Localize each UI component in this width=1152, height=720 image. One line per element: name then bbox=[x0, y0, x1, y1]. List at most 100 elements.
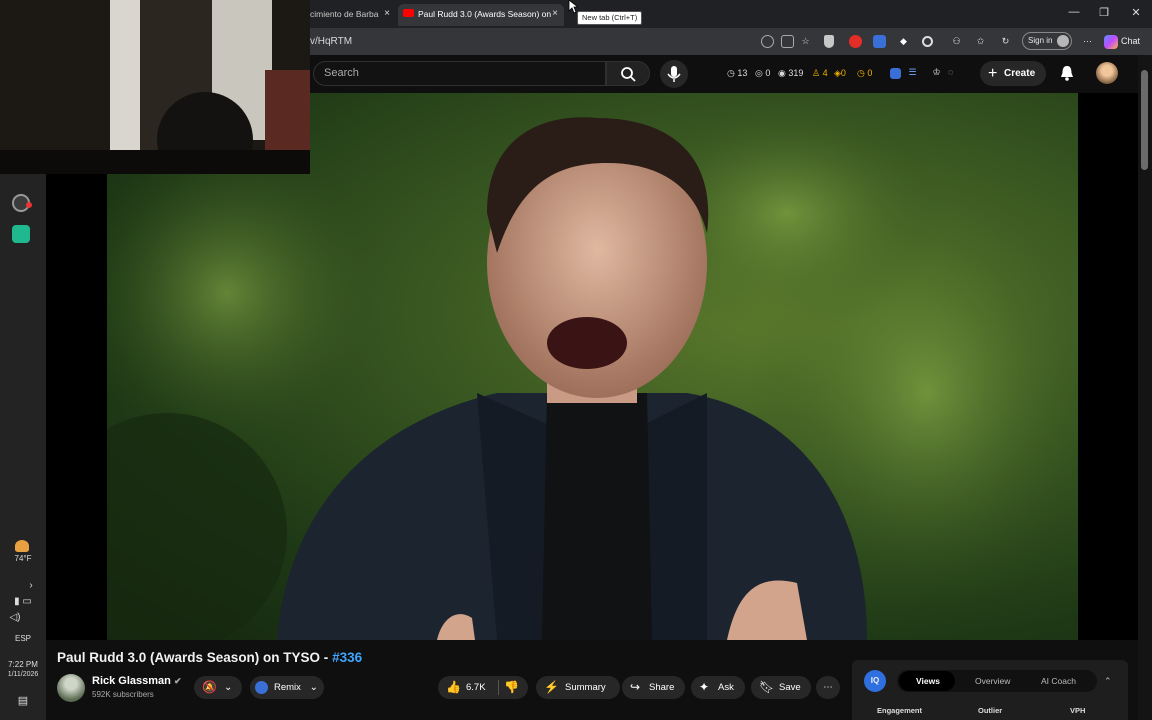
account-avatar[interactable] bbox=[1096, 62, 1118, 84]
mouse-cursor-icon bbox=[568, 0, 578, 14]
diamond-extension-icon[interactable]: ◆ bbox=[897, 35, 910, 48]
tab-title: Paul Rudd 3.0 (Awards Season) on bbox=[418, 9, 552, 19]
history-icon[interactable]: ↻ bbox=[999, 35, 1012, 48]
list-icon[interactable]: ☰ bbox=[906, 66, 919, 79]
subscribed-notifications-button[interactable]: 🔕 ⌄ bbox=[194, 676, 242, 699]
remix-label: Remix bbox=[274, 682, 301, 693]
more-options-icon[interactable]: ⋯ bbox=[1081, 35, 1094, 48]
voice-search-button[interactable] bbox=[660, 60, 688, 88]
channel-avatar[interactable] bbox=[57, 674, 85, 702]
webcam-overlay bbox=[0, 0, 310, 174]
tab-ai-coach[interactable]: AI Coach bbox=[1041, 676, 1076, 686]
close-window-button[interactable]: ✕ bbox=[1128, 6, 1144, 19]
browser-tab-active[interactable]: Paul Rudd 3.0 (Awards Season) on × bbox=[398, 4, 564, 26]
youtube-icon bbox=[403, 9, 414, 17]
channel-name[interactable]: Rick Glassman ✔ bbox=[92, 675, 181, 687]
favorites-icon[interactable]: ✩ bbox=[974, 35, 987, 48]
stat-value: 4 bbox=[822, 68, 828, 78]
medal-icon[interactable]: ♔ bbox=[930, 66, 943, 79]
like-button[interactable]: 👍 6.7K 👎 bbox=[438, 676, 528, 699]
stat-value: 0 bbox=[840, 68, 846, 78]
more-icon: ⋯ bbox=[823, 682, 833, 693]
timer-stat: ◷ 0 bbox=[857, 68, 873, 78]
subscriber-count: 592K subscribers bbox=[92, 690, 154, 699]
sparkle-bolt-icon: ⚡ bbox=[544, 680, 559, 694]
browser-tab-1[interactable]: cimiento de Barba × bbox=[304, 4, 396, 26]
bell-off-icon: 🔕 bbox=[202, 680, 217, 694]
thumbs-down-icon[interactable]: 👎 bbox=[504, 676, 519, 699]
chat-label: Chat bbox=[1121, 36, 1141, 46]
scrollbar-thumb[interactable] bbox=[1141, 70, 1148, 170]
stat-value: 319 bbox=[788, 68, 804, 78]
comment-icon[interactable]: ◌ bbox=[944, 66, 957, 79]
tab-overview[interactable]: Overview bbox=[975, 676, 1010, 686]
chevron-up-icon[interactable]: ⌃ bbox=[1104, 676, 1112, 687]
blue-extension-icon[interactable] bbox=[873, 35, 886, 48]
video-hashtag[interactable]: #336 bbox=[332, 650, 362, 665]
more-actions-button[interactable]: ⋯ bbox=[816, 676, 840, 699]
create-button[interactable]: + Create bbox=[980, 61, 1046, 86]
copilot-icon bbox=[1104, 34, 1118, 49]
sign-in-button[interactable]: Sign in bbox=[1022, 32, 1072, 50]
tubeiq-logo[interactable]: IQ bbox=[864, 670, 886, 692]
shield-extension-icon[interactable] bbox=[824, 35, 834, 48]
webcam-image bbox=[0, 0, 310, 174]
record-extension-icon[interactable] bbox=[849, 35, 862, 48]
divider bbox=[498, 680, 499, 695]
search-icon bbox=[621, 67, 636, 82]
create-label: Create bbox=[1004, 68, 1036, 79]
mic-tray-icon[interactable]: ▮ ▭ bbox=[0, 596, 46, 607]
tab-views[interactable]: Views bbox=[916, 676, 940, 686]
remix-icon bbox=[255, 681, 268, 694]
notification-center-icon[interactable]: ▤ bbox=[0, 694, 46, 707]
ask-button[interactable]: ✦ Ask bbox=[691, 676, 745, 699]
thumbs-up-icon: 👍 bbox=[446, 680, 461, 694]
app-icon[interactable] bbox=[781, 35, 794, 48]
translate-icon[interactable] bbox=[761, 35, 774, 48]
share-button[interactable]: ↪ Share bbox=[622, 676, 685, 699]
ask-label: Ask bbox=[718, 682, 734, 693]
url-field[interactable]: v/HqRTM bbox=[310, 36, 352, 47]
summary-button[interactable]: ⚡ Summary bbox=[536, 676, 620, 699]
close-icon[interactable]: × bbox=[552, 4, 558, 24]
search-button[interactable] bbox=[606, 61, 650, 86]
people-extension-icon[interactable]: ⚇ bbox=[950, 35, 963, 48]
volume-icon[interactable]: ◁) bbox=[0, 612, 38, 623]
close-icon[interactable]: × bbox=[384, 4, 390, 24]
notifications-bell-icon[interactable] bbox=[1060, 65, 1074, 81]
microphone-icon bbox=[667, 66, 681, 82]
stat-value: 0 bbox=[867, 68, 873, 78]
circle-stat: ◎ 0 bbox=[755, 68, 771, 78]
chevron-down-icon: ⌄ bbox=[309, 682, 318, 693]
app-green-icon[interactable] bbox=[12, 225, 30, 243]
bookmark-icon: 🔖︎ bbox=[759, 680, 775, 694]
video-frame-image bbox=[107, 93, 1078, 640]
minimize-button[interactable]: — bbox=[1066, 6, 1082, 18]
summary-label: Summary bbox=[565, 682, 606, 693]
share-icon: ↪ bbox=[630, 680, 641, 694]
users-stat: ♙ 4 bbox=[812, 68, 828, 78]
verified-icon: ✔ bbox=[173, 676, 182, 686]
channel-name-text: Rick Glassman bbox=[92, 675, 171, 687]
remix-button[interactable]: Remix ⌄ bbox=[250, 676, 324, 699]
clock-date[interactable]: 1/11/2026 bbox=[0, 671, 46, 678]
weather-icon[interactable] bbox=[15, 540, 29, 552]
language-indicator[interactable]: ESP bbox=[0, 634, 46, 643]
search-placeholder: Search bbox=[324, 67, 359, 79]
search-input[interactable]: Search bbox=[313, 61, 606, 86]
sign-in-label: Sign in bbox=[1028, 36, 1053, 45]
stat-value: 13 bbox=[737, 68, 748, 78]
video-frame[interactable] bbox=[107, 93, 1078, 640]
chevron-down-icon: ⌄ bbox=[224, 682, 233, 693]
copilot-chat-button[interactable]: Chat bbox=[1104, 33, 1140, 49]
settings-extension-icon[interactable] bbox=[922, 36, 933, 47]
maximize-button[interactable]: ❐ bbox=[1096, 6, 1112, 19]
label-outlier: Outlier bbox=[978, 706, 1003, 715]
tubeiq-icon[interactable] bbox=[890, 68, 901, 79]
stat-value: 0 bbox=[765, 68, 771, 78]
save-button[interactable]: 🔖︎ Save bbox=[751, 676, 811, 699]
chevron-right-icon[interactable]: › bbox=[8, 580, 54, 591]
record-dot-icon bbox=[26, 202, 32, 208]
star-icon[interactable]: ☆ bbox=[799, 35, 812, 48]
clock-time[interactable]: 7:22 PM bbox=[0, 660, 46, 669]
